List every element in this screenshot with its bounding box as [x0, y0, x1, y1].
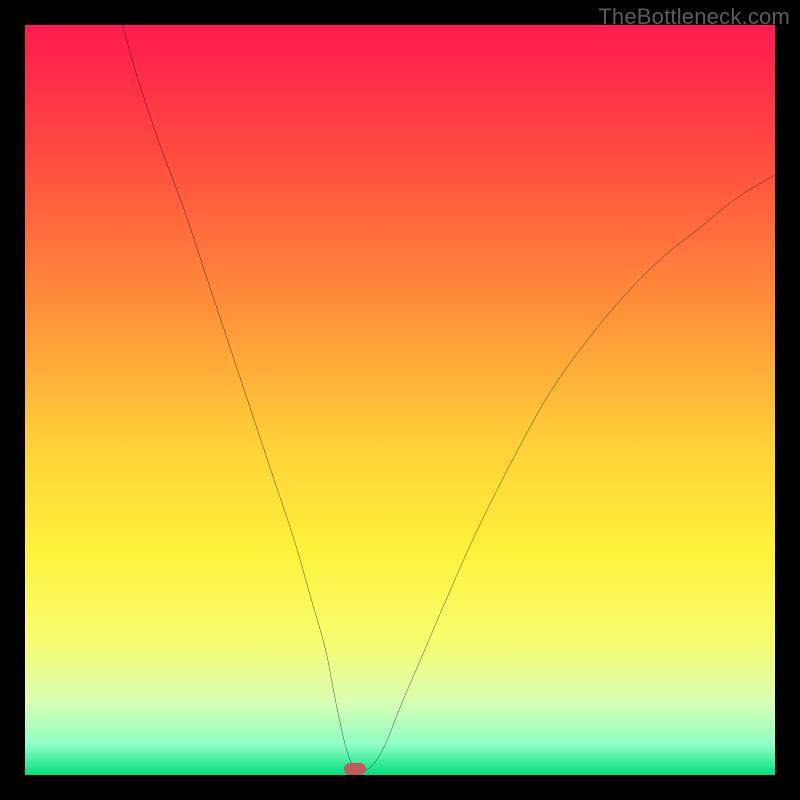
chart-frame: TheBottleneck.com: [0, 0, 800, 800]
chart-plot-area: [25, 25, 775, 775]
curve-minimum-marker: [344, 763, 366, 775]
watermark-label: TheBottleneck.com: [598, 4, 790, 30]
bottleneck-curve: [25, 25, 775, 775]
